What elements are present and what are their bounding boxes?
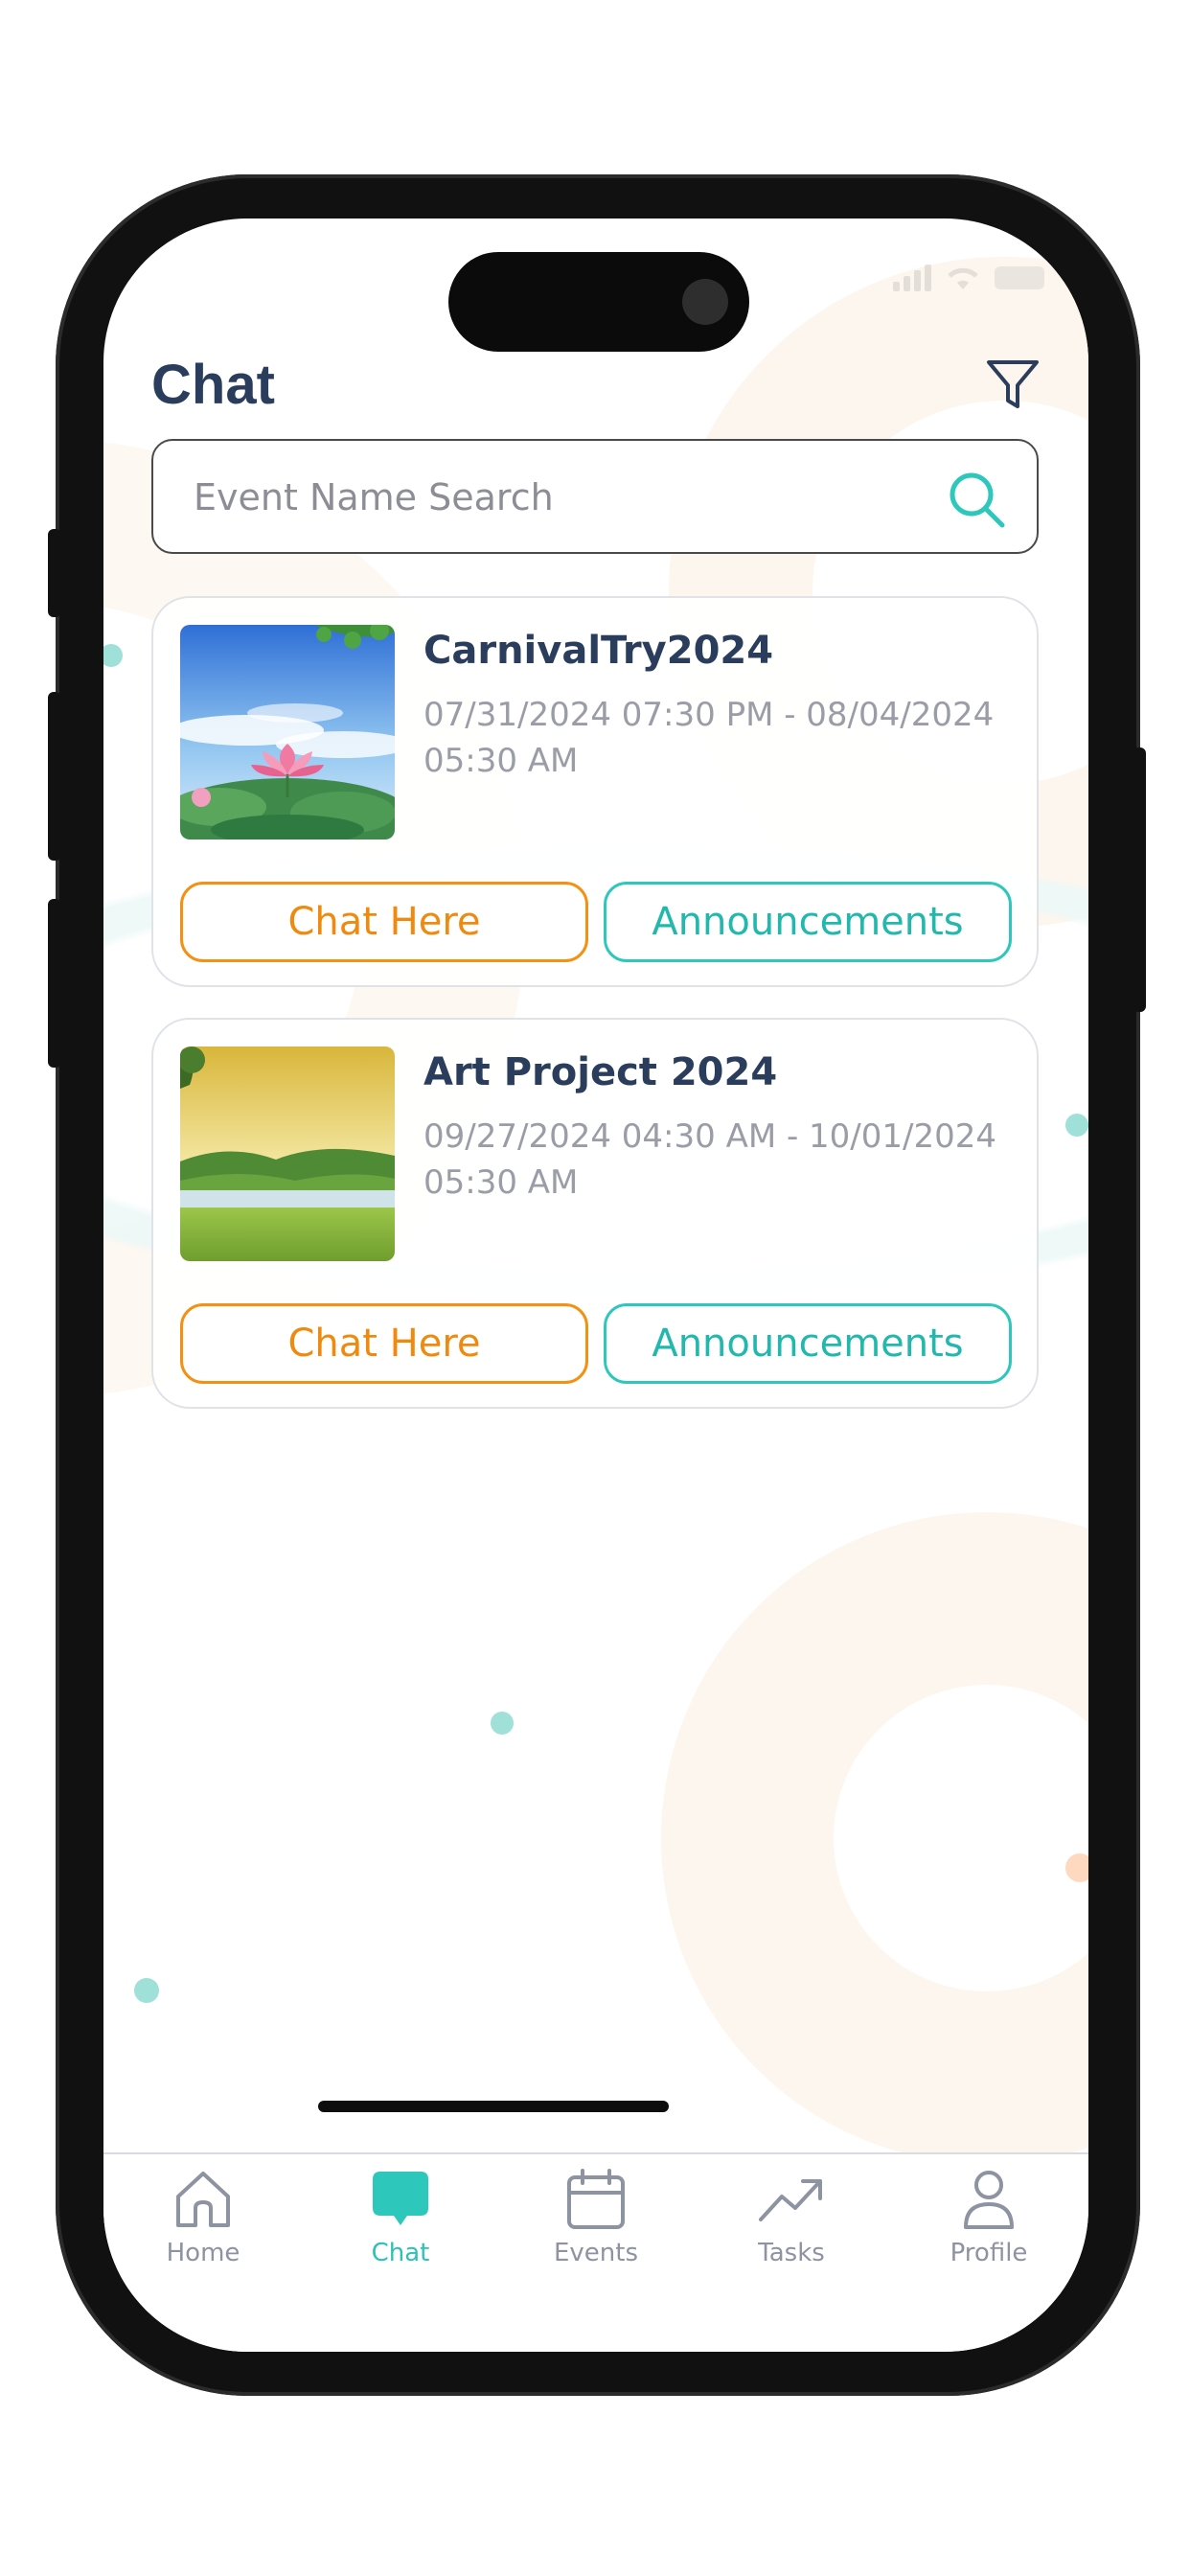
filter-icon[interactable] — [983, 355, 1042, 414]
calendar-icon — [567, 2169, 625, 2229]
tab-tasks[interactable]: Tasks — [724, 2168, 858, 2267]
user-icon — [964, 2171, 1014, 2229]
app-screen: Chat Event Name Search CarnivalTry2024 0… — [103, 218, 1088, 2352]
wifi-icon — [948, 267, 978, 289]
tab-events[interactable]: Events — [529, 2168, 663, 2267]
bg-arc-decoration — [661, 1512, 1088, 2164]
status-bar — [893, 264, 1044, 291]
side-button-volume-down — [48, 899, 61, 1068]
bg-dot — [491, 1712, 514, 1735]
signal-icon — [893, 264, 931, 291]
chat-bubble-icon — [373, 2172, 428, 2225]
tab-home[interactable]: Home — [136, 2168, 270, 2267]
tab-chat[interactable]: Chat — [333, 2168, 468, 2267]
side-button-mute — [48, 529, 61, 617]
side-button-volume-up — [48, 692, 61, 861]
search-icon[interactable] — [945, 468, 1008, 531]
dynamic-island — [448, 252, 749, 352]
tab-label: Events — [553, 2239, 639, 2267]
tab-label: Tasks — [758, 2239, 825, 2267]
battery-icon — [995, 266, 1044, 289]
tab-profile[interactable]: Profile — [922, 2168, 1056, 2267]
search-placeholder: Event Name Search — [194, 476, 554, 518]
side-button-power — [1133, 748, 1146, 1012]
camera-icon — [682, 279, 728, 325]
home-icon — [176, 2172, 230, 2227]
event-thumbnail-lotus — [180, 625, 395, 840]
chat-here-button[interactable]: Chat Here — [180, 882, 588, 962]
event-dates: 07/31/2024 07:30 PM - 08/04/2024 05:30 A… — [423, 696, 995, 780]
trending-up-icon — [759, 2179, 822, 2221]
event-dates: 09/27/2024 04:30 AM - 10/01/2024 05:30 A… — [423, 1117, 997, 1202]
event-name: CarnivalTry2024 — [423, 629, 774, 673]
search-input[interactable]: Event Name Search — [151, 439, 1039, 554]
page-title: Chat — [151, 354, 275, 416]
announcements-button[interactable]: Announcements — [604, 1303, 1012, 1384]
chat-here-button[interactable]: Chat Here — [180, 1303, 588, 1384]
tab-label: Profile — [950, 2239, 1028, 2267]
bg-dot — [134, 1978, 159, 2003]
announcements-button[interactable]: Announcements — [604, 882, 1012, 962]
home-indicator[interactable] — [318, 2101, 669, 2112]
tab-label: Chat — [371, 2239, 430, 2267]
bg-dot — [1065, 1114, 1088, 1137]
event-name: Art Project 2024 — [423, 1050, 778, 1094]
tab-label: Home — [166, 2239, 240, 2267]
event-card: CarnivalTry2024 07/31/2024 07:30 PM - 08… — [151, 596, 1039, 987]
bg-dot — [103, 644, 123, 667]
bottom-tab-bar: Home Chat Events Tasks Profile — [103, 2152, 1088, 2352]
bg-dot — [1065, 1853, 1088, 1882]
event-card: Art Project 2024 09/27/2024 04:30 AM - 1… — [151, 1018, 1039, 1409]
event-thumbnail-landscape — [180, 1046, 395, 1261]
